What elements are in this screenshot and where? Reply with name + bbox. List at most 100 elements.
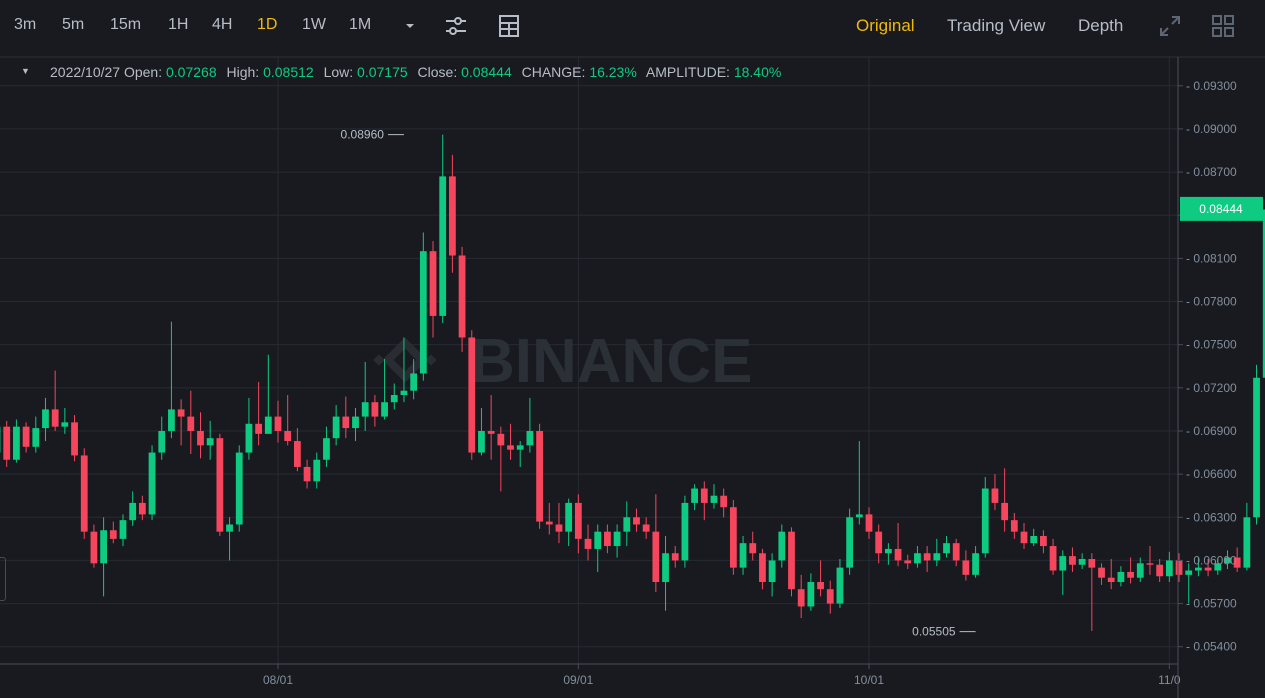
candle-body: [981, 488, 989, 554]
candle: [962, 550, 970, 581]
candle-body: [623, 517, 631, 532]
candle: [952, 538, 960, 567]
candle: [826, 580, 834, 614]
high-annotation: 0.08960: [341, 128, 385, 142]
x-tick-label: 11/0: [1158, 673, 1181, 687]
candle-body: [788, 531, 795, 590]
candle: [1020, 523, 1028, 549]
ohlc-info-bar: ▼ 2022/10/27 Open: 0.07268 High: 0.08512…: [21, 64, 787, 80]
change-value: 16.23%: [589, 64, 637, 80]
candle-body: [691, 488, 698, 503]
candle: [458, 246, 466, 352]
low-label: Low:: [323, 64, 354, 80]
candle: [1156, 558, 1164, 583]
candle-body: [884, 548, 892, 554]
candle-body: [574, 502, 582, 539]
x-tick-label: 09/01: [563, 673, 593, 687]
candle: [536, 423, 543, 529]
candle-body: [109, 530, 117, 539]
candle-body: [216, 438, 224, 532]
candle-body: [1088, 558, 1096, 568]
candle-body: [817, 582, 824, 590]
candle: [1175, 553, 1183, 583]
candle-body: [361, 402, 369, 417]
candle-body: [894, 548, 902, 561]
candle: [22, 422, 30, 453]
candle: [526, 397, 534, 453]
candle-body: [594, 531, 602, 549]
watermark: BINANCE: [373, 327, 752, 396]
candle-body: [468, 337, 476, 453]
candle: [1165, 551, 1173, 583]
candle: [778, 524, 786, 568]
candle: [100, 517, 107, 597]
candle: [671, 546, 679, 568]
candle: [817, 560, 824, 597]
candle-body: [662, 553, 669, 583]
candle: [933, 538, 941, 567]
candle: [226, 517, 233, 561]
candle: [1127, 557, 1134, 584]
candle: [710, 484, 718, 509]
candle-body: [226, 524, 233, 532]
candle: [545, 502, 553, 535]
y-tick-label: - 0.05400: [1186, 640, 1237, 654]
candle: [313, 452, 321, 489]
candle-body: [497, 433, 505, 446]
candle-body: [1253, 377, 1260, 518]
candle-body: [875, 531, 883, 554]
candle: [749, 531, 757, 561]
candle: [981, 477, 989, 558]
candle: [138, 495, 146, 521]
candle: [352, 407, 359, 442]
candle: [1001, 468, 1009, 532]
candle: [148, 445, 156, 521]
info-date: 2022/10/27: [50, 64, 121, 80]
candle: [1049, 538, 1057, 575]
candle: [478, 407, 485, 456]
candle-body: [710, 495, 718, 503]
candle: [274, 400, 282, 443]
x-tick-label: 08/01: [263, 673, 293, 687]
candle: [158, 416, 166, 460]
last-price-label: 0.08444: [1199, 202, 1243, 216]
candlestick-chart[interactable]: BINANCE - 0.05400 - 0.05700 - 0.06000 - 0.0…: [0, 0, 1265, 698]
candle-body: [545, 521, 553, 525]
candle-body: [584, 538, 592, 549]
candle-body: [119, 520, 127, 539]
candle: [662, 535, 669, 611]
candle: [1253, 364, 1260, 525]
candle: [574, 494, 582, 554]
candle: [119, 514, 127, 547]
candle: [720, 488, 728, 518]
candle-body: [61, 422, 69, 427]
candle-body: [235, 452, 243, 525]
candle-body: [1098, 567, 1105, 578]
y-tick-label: - 0.06600: [1186, 467, 1237, 481]
candle: [90, 524, 98, 568]
candle: [1030, 528, 1038, 547]
candle-body: [991, 488, 999, 503]
candle: [1136, 557, 1144, 583]
candle: [865, 507, 873, 539]
open-label: Open:: [123, 64, 163, 80]
candle: [80, 448, 88, 539]
candle: [3, 420, 11, 467]
candle: [187, 390, 195, 454]
candle-body: [952, 543, 960, 561]
candle-body: [71, 422, 78, 456]
candle-body: [439, 176, 447, 316]
candle-body: [700, 488, 708, 503]
candle-body: [1020, 531, 1028, 544]
candle: [303, 459, 311, 489]
candle-body: [342, 416, 350, 429]
candle: [264, 354, 272, 434]
candle-body: [671, 553, 679, 561]
side-panel-handle[interactable]: [0, 557, 6, 601]
candle: [1078, 553, 1086, 570]
caret-down-icon[interactable]: ▼: [21, 66, 30, 76]
y-tick-label: - 0.06900: [1186, 424, 1237, 438]
close-label: Close:: [417, 64, 458, 80]
candle: [109, 521, 117, 544]
candle-body: [1078, 558, 1086, 565]
